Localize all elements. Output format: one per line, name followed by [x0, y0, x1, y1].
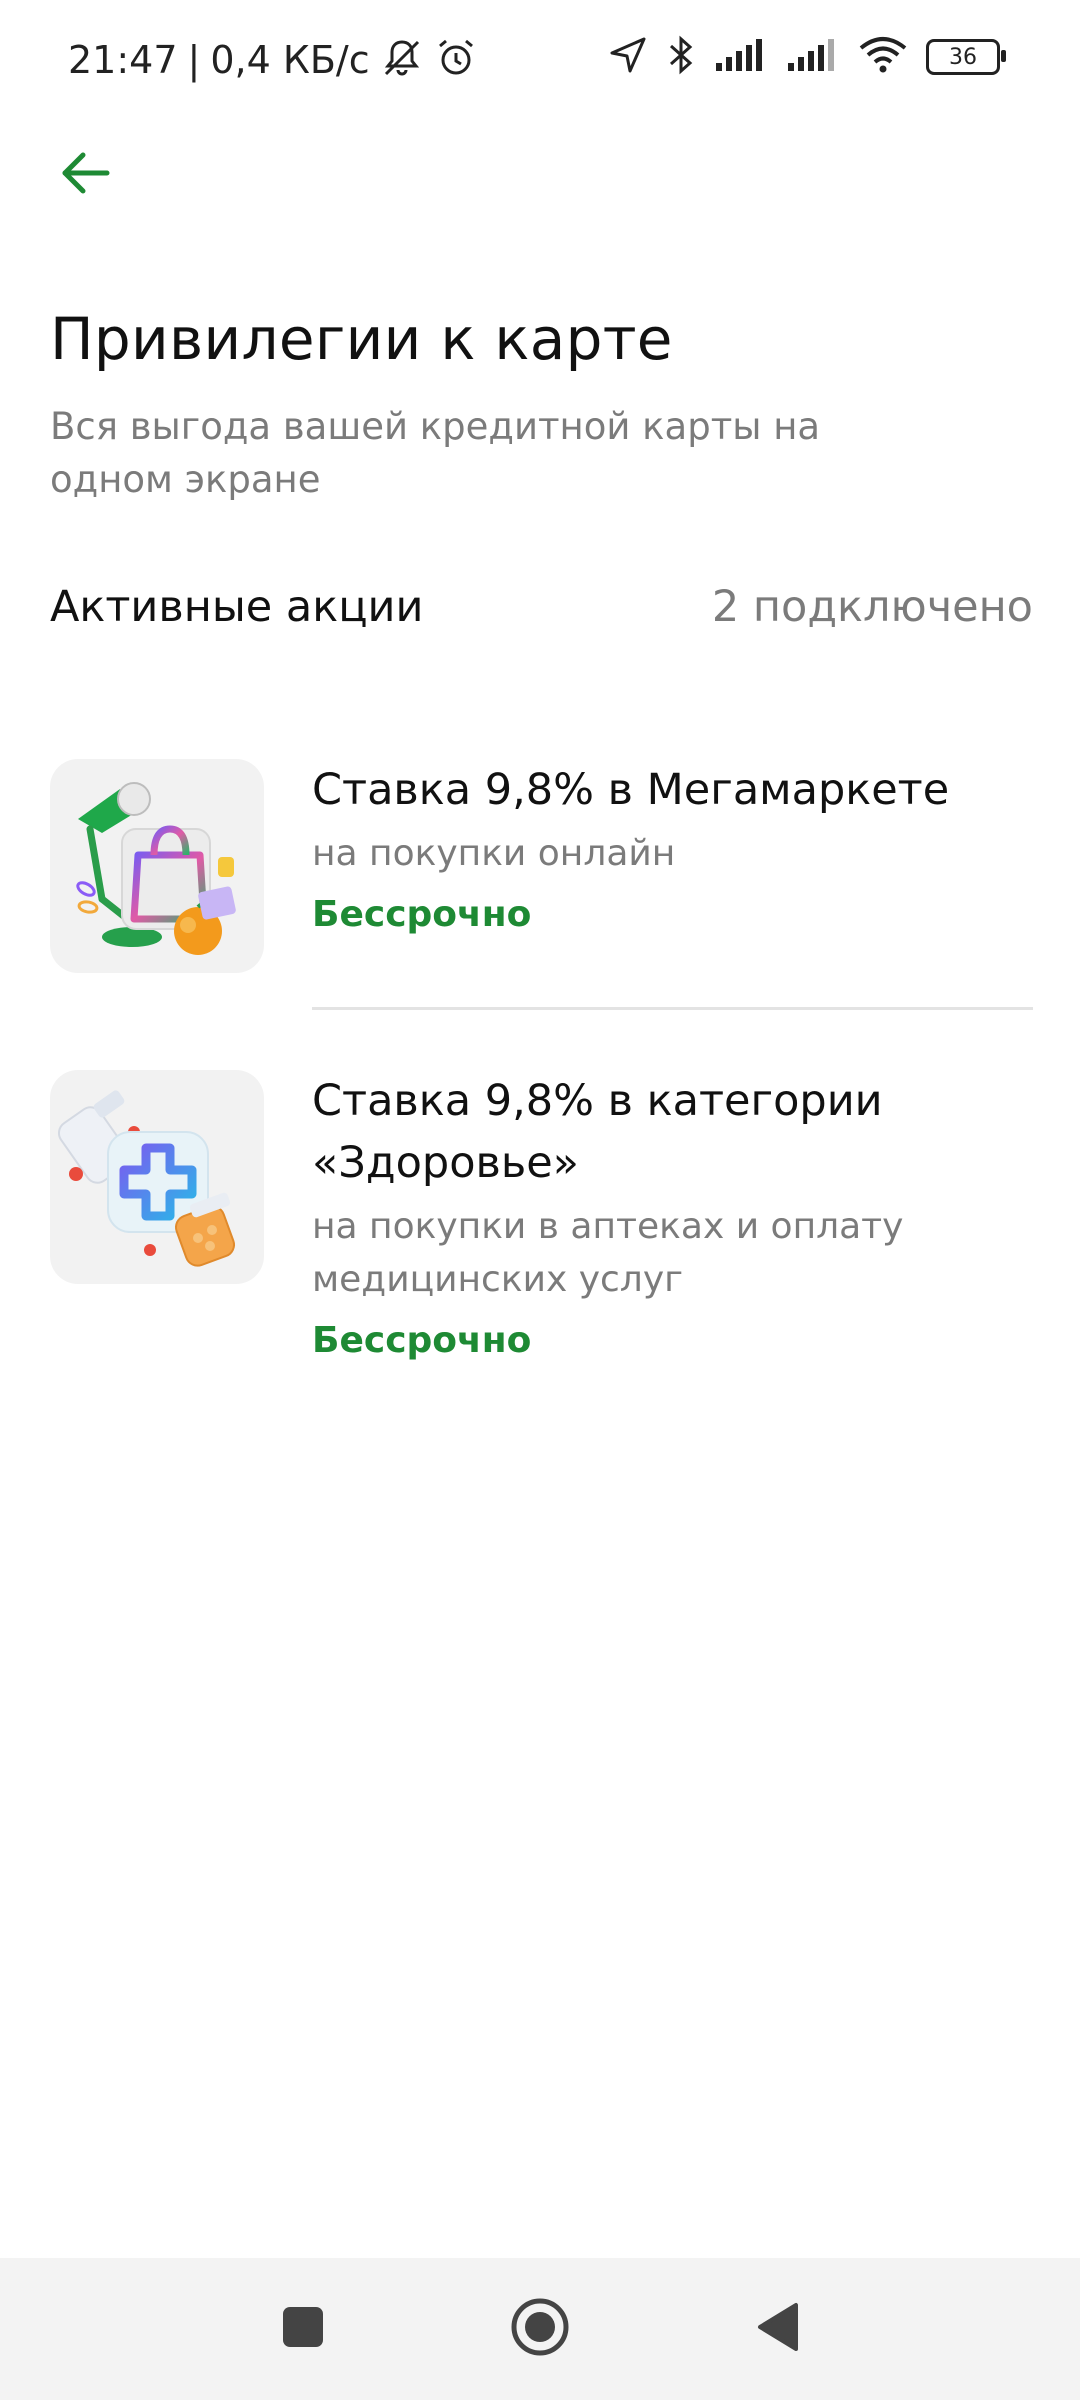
- recents-square-icon: [281, 2305, 325, 2353]
- recents-button[interactable]: [260, 2286, 346, 2372]
- arrow-left-icon: [57, 145, 113, 205]
- promo-item-megamarket[interactable]: Ставка 9,8% в Мегамаркете на покупки онл…: [50, 759, 1033, 973]
- back-nav-button[interactable]: [734, 2286, 820, 2372]
- battery-icon: 36: [926, 39, 1006, 75]
- page-title: Привилегии к карте: [50, 305, 673, 373]
- battery-level: 36: [949, 44, 977, 70]
- section-count: 2 подключено: [711, 582, 1033, 632]
- page-subtitle: Вся выгода вашей кредитной карты на одно…: [50, 405, 821, 501]
- home-button[interactable]: [497, 2286, 583, 2372]
- status-right: 36: [608, 34, 1006, 80]
- section-title: Активные акции: [50, 582, 424, 632]
- promo-description: на покупки онлайн: [312, 833, 676, 874]
- bluetooth-icon: [666, 34, 696, 80]
- promo-item-health[interactable]: Ставка 9,8% в категории «Здоровье» на по…: [50, 1070, 1033, 1361]
- divider: [312, 1007, 1033, 1010]
- status-left: 21:47 | 0,4 КБ/с: [68, 36, 478, 84]
- mute-icon: [380, 36, 424, 84]
- signal-icon: [786, 37, 840, 77]
- back-triangle-icon: [754, 2301, 800, 2357]
- active-promos-header: Активные акции 2 подключено: [50, 582, 1033, 632]
- megamarket-bag-lamp-illustration: [50, 759, 264, 973]
- signal-icon: [714, 37, 768, 77]
- promo-body: Ставка 9,8% в категории «Здоровье» на по…: [312, 1070, 1033, 1361]
- wifi-icon: [858, 36, 908, 78]
- health-pills-cross-illustration: [50, 1070, 264, 1284]
- promo-body: Ставка 9,8% в Мегамаркете на покупки онл…: [312, 759, 1033, 973]
- promo-title: Ставка 9,8% в категории «Здоровье»: [312, 1076, 883, 1188]
- location-icon: [608, 35, 648, 79]
- network-speed: 0,4 КБ/с: [210, 38, 370, 82]
- status-bar: 21:47 | 0,4 КБ/с 36: [0, 0, 1080, 120]
- status-separator: |: [187, 38, 201, 82]
- back-button[interactable]: [50, 140, 120, 210]
- alarm-icon: [434, 36, 478, 84]
- system-navigation-bar: [0, 2258, 1080, 2400]
- promo-term: Бессрочно: [312, 894, 532, 935]
- promo-title: Ставка 9,8% в Мегамаркете: [312, 765, 950, 815]
- promo-term: Бессрочно: [312, 1320, 532, 1361]
- status-time: 21:47: [68, 38, 178, 82]
- promo-description: на покупки в аптеках и оплату медицински…: [312, 1206, 904, 1300]
- home-circle-icon: [509, 2296, 571, 2362]
